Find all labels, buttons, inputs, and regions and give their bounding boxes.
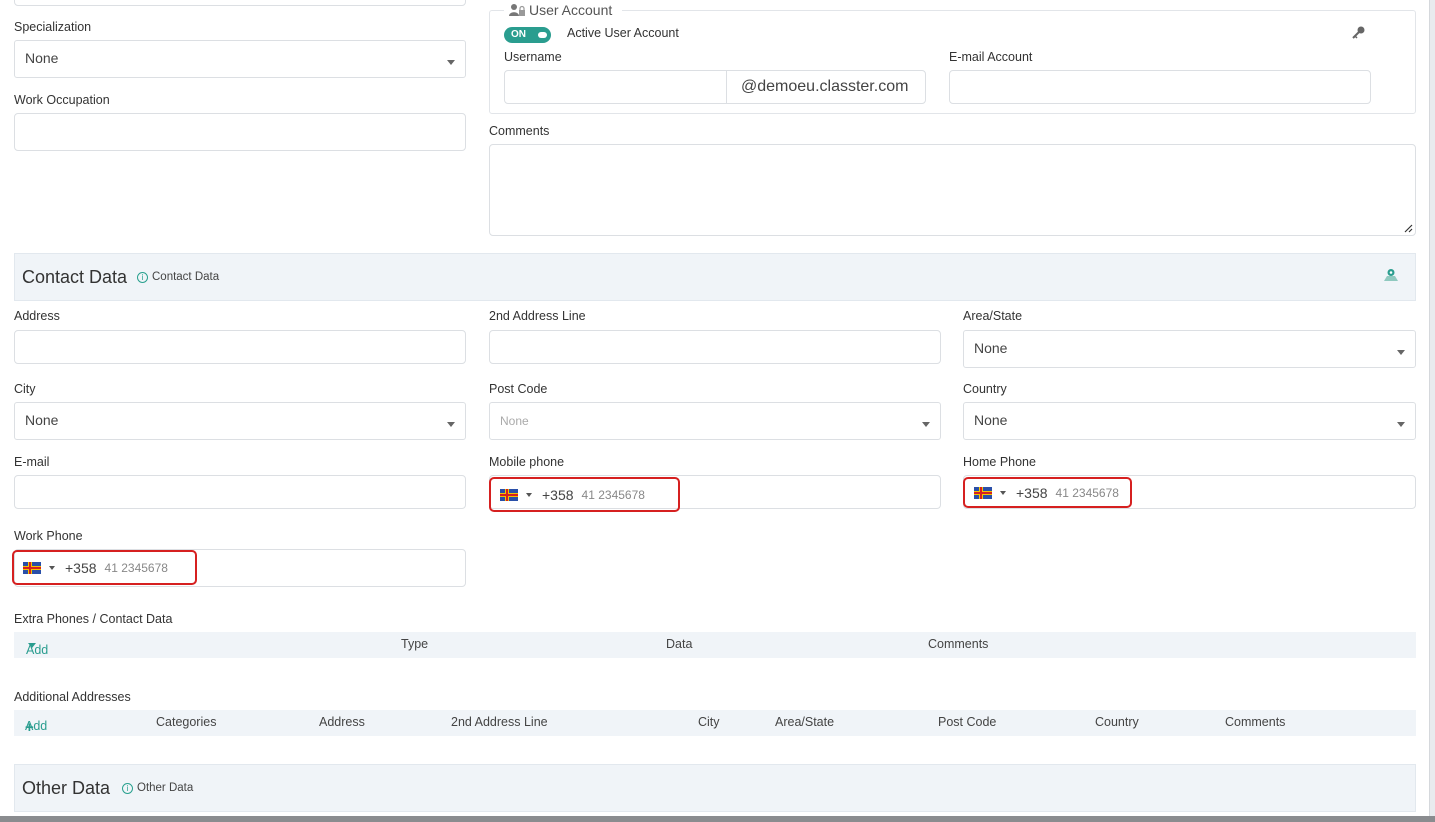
city-value: None [25, 412, 59, 428]
city-label: City [14, 382, 36, 396]
username-domain-addon: @demoeu.classter.com [726, 70, 926, 104]
chevron-down-icon [1397, 422, 1405, 427]
home-phone-country-code[interactable]: +358 41 2345678 [963, 477, 1132, 508]
resize-handle-icon[interactable] [1403, 223, 1413, 233]
window-bottom-shadow [0, 816, 1435, 822]
additional-addresses-label: Additional Addresses [14, 690, 131, 704]
chevron-down-icon [1397, 350, 1405, 355]
address-label: Address [14, 309, 60, 323]
work-phone-label: Work Phone [14, 529, 83, 543]
city-select[interactable]: None [14, 402, 466, 440]
column-header: Type [401, 637, 429, 651]
country-value: None [974, 412, 1008, 428]
flag-icon [23, 561, 41, 574]
specialization-label: Specialization [14, 20, 92, 34]
key-icon[interactable] [1352, 25, 1366, 39]
comments-textarea[interactable] [489, 144, 1416, 236]
post-code-label: Post Code [489, 382, 548, 396]
chevron-down-icon [447, 422, 455, 427]
extra-phones-label: Extra Phones / Contact Data [14, 612, 173, 626]
country-select[interactable]: None [963, 402, 1416, 440]
home-phone-code: +358 [1016, 484, 1048, 501]
column-header: 2nd Address Line [451, 715, 548, 729]
area-state-value: None [974, 340, 1008, 356]
post-code-value: None [500, 414, 529, 428]
map-pin-icon[interactable] [1383, 268, 1399, 282]
email-account-label: E-mail Account [949, 50, 1033, 64]
specialization-value: None [25, 50, 59, 66]
work-phone-code: +358 [65, 559, 97, 576]
mobile-phone-placeholder: 41 2345678 [581, 487, 645, 502]
other-data-section-header [14, 764, 1416, 812]
column-header: Post Code [938, 715, 997, 729]
work-occupation-input[interactable] [14, 113, 466, 151]
column-header: Categories [156, 715, 217, 729]
other-data-info: i Other Data [122, 782, 193, 794]
email-account-input[interactable] [949, 70, 1371, 104]
contact-data-info-text: Contact Data [152, 271, 220, 283]
mobile-phone-country-code[interactable]: +358 41 2345678 [489, 477, 680, 512]
contact-data-title: Contact Data [22, 267, 128, 287]
chevron-down-icon [922, 422, 930, 427]
email-input[interactable] [14, 475, 466, 509]
toggle-knob [538, 32, 547, 38]
other-data-info-text: Other Data [137, 782, 194, 794]
address2-input[interactable] [489, 330, 941, 364]
specialization-select[interactable]: None [14, 40, 466, 78]
info-icon: i [122, 782, 133, 794]
active-account-toggle[interactable]: ON [504, 27, 551, 43]
extra-phones-table-header: Add Type Data Comments [14, 632, 1416, 658]
column-header: Address [319, 715, 365, 729]
additional-addresses-table-header: + Add Categories Address 2nd Address Lin… [14, 710, 1416, 736]
address2-label: 2nd Address Line [489, 309, 586, 323]
chevron-down-icon [447, 60, 455, 65]
address-input[interactable] [14, 330, 466, 364]
user-account-legend: User Account [504, 2, 623, 18]
column-header: Data [666, 637, 693, 651]
flag-icon [500, 488, 518, 501]
post-code-select[interactable]: None [489, 402, 941, 440]
column-header: Comments [1225, 715, 1286, 729]
user-lock-icon [509, 4, 525, 16]
contact-data-section-header [14, 253, 1416, 301]
mobile-phone-code: +358 [542, 486, 574, 503]
work-phone-country-code[interactable]: +358 41 2345678 [12, 550, 197, 585]
area-state-select[interactable]: None [963, 330, 1416, 368]
country-label: Country [963, 382, 1007, 396]
home-phone-label: Home Phone [963, 455, 1036, 469]
home-phone-placeholder: 41 2345678 [1055, 485, 1119, 500]
comments-label: Comments [489, 124, 550, 138]
previous-field-input[interactable] [14, 0, 466, 6]
column-header: Area/State [775, 715, 835, 729]
user-account-legend-text: User Account [529, 2, 613, 18]
active-account-label: Active User Account [567, 26, 679, 40]
column-header: Country [1095, 715, 1139, 729]
additional-addresses-add-label: Add [25, 719, 48, 733]
work-occupation-label: Work Occupation [14, 93, 110, 107]
mobile-phone-label: Mobile phone [489, 455, 565, 469]
username-label: Username [504, 50, 562, 64]
caret-down-icon [526, 492, 532, 497]
other-data-title: Other Data [22, 778, 111, 798]
domain-suffix: @demoeu.classter.com [741, 78, 909, 95]
email-label: E-mail [14, 455, 50, 469]
caret-down-icon [1000, 490, 1006, 495]
caret-down-icon [28, 643, 36, 648]
info-icon: i [137, 271, 148, 283]
column-header: Comments [928, 637, 989, 651]
window-right-border [1429, 0, 1435, 822]
area-state-label: Area/State [963, 309, 1023, 323]
flag-icon [974, 486, 992, 499]
work-phone-placeholder: 41 2345678 [104, 560, 168, 575]
column-header: City [698, 715, 720, 729]
contact-data-info: i Contact Data [137, 271, 219, 283]
username-input[interactable] [504, 70, 727, 104]
caret-down-icon [49, 565, 55, 570]
toggle-on-label: ON [511, 29, 526, 40]
